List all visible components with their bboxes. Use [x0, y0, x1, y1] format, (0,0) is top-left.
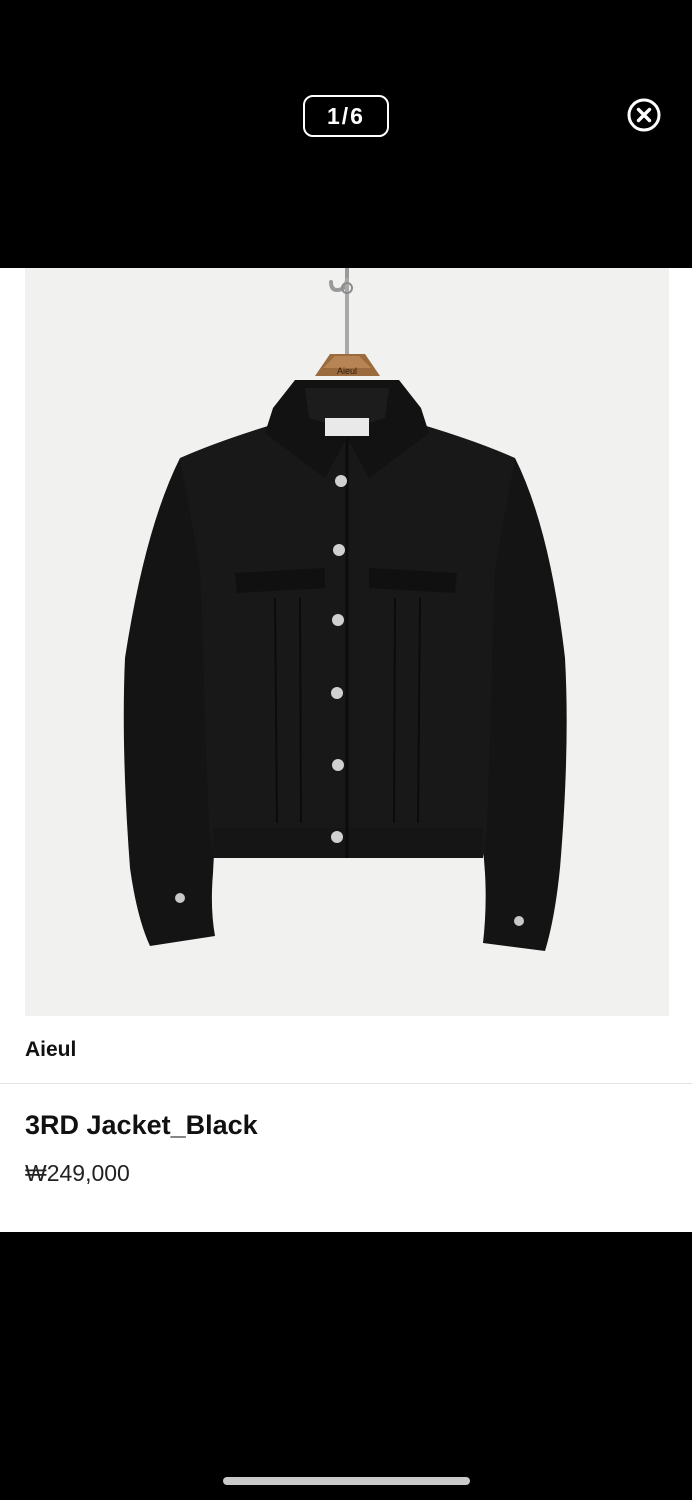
viewer-top-bar: 1/6	[0, 0, 692, 268]
product-price: ₩249,000	[25, 1160, 130, 1186]
brand-name[interactable]: Aieul	[25, 1038, 76, 1062]
divider	[0, 1083, 692, 1084]
hanger-brand-label: Aieul	[337, 366, 357, 376]
image-page-counter: 1/6	[303, 95, 389, 137]
product-title: 3RD Jacket_Black	[25, 1110, 258, 1140]
jacket-illustration: Aieul	[123, 268, 567, 951]
close-button[interactable]	[627, 98, 661, 132]
product-image[interactable]: Aieul	[25, 268, 669, 1016]
product-card: Aieul Aieul 3RD Jacket_Black ₩249,000	[0, 268, 692, 1232]
home-indicator[interactable]	[223, 1477, 470, 1485]
close-circle-icon	[627, 98, 661, 132]
